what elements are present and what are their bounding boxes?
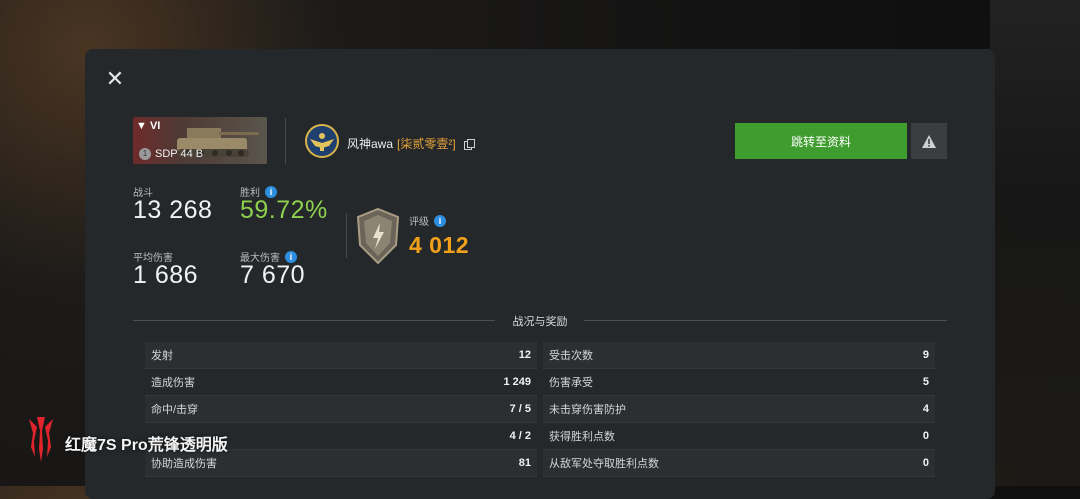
battles-value: 13 268 <box>133 196 213 224</box>
stat-row-value: 5 <box>922 376 929 388</box>
brand-logo-icon <box>29 417 53 462</box>
tank-tier-label: VI <box>149 120 161 132</box>
stat-row-value: 12 <box>518 349 531 361</box>
divider <box>285 118 286 164</box>
goto-profile-button[interactable]: 跳转至资料 <box>735 123 907 159</box>
stat-row-label: 发射 <box>151 350 173 362</box>
stat-row-value: 1 249 <box>503 376 531 388</box>
stat-row-value: 0 <box>922 457 929 469</box>
info-icon[interactable]: i <box>434 214 446 227</box>
stat-row: 伤害承受 5 <box>543 369 935 396</box>
player-name: 风神awa <box>347 137 394 151</box>
stat-row-value: 7 / 5 <box>509 403 531 415</box>
winrate-value: 59.72% <box>240 196 328 224</box>
section-title: 战况与奖励 <box>512 316 568 328</box>
stat-row-label: 伤害承受 <box>549 377 593 389</box>
stat-row-label: 协助造成伤害 <box>151 458 217 470</box>
stat-row-label: 从敌军处夺取胜利点数 <box>549 458 659 470</box>
stat-row-value: 0 <box>922 430 929 442</box>
report-button[interactable] <box>911 123 947 159</box>
tank-card[interactable]: ▼ VI 1 SDP 44 B <box>133 117 267 164</box>
clan-tag[interactable]: [柒贰零壹²] <box>397 135 456 152</box>
max-damage-value: 7 670 <box>240 261 306 289</box>
tank-name: SDP 44 B <box>155 148 204 160</box>
divider <box>584 320 947 321</box>
warning-icon <box>922 134 936 148</box>
stat-row-value: 4 / 2 <box>509 430 531 442</box>
rating-label: 评级 i <box>409 213 446 228</box>
mastery-badge-icon: 1 <box>139 148 151 160</box>
player-info: 风神awa [柒贰零壹²] <box>347 135 475 152</box>
stat-row-value: 9 <box>922 349 929 361</box>
avg-damage-value: 1 686 <box>133 261 199 289</box>
stat-row-label: 命中/击穿 <box>151 404 199 416</box>
background-blur <box>990 0 1080 486</box>
stat-row: 从敌军处夺取胜利点数 0 <box>543 450 935 477</box>
stat-row-label: 未击穿伤害防护 <box>549 404 626 416</box>
stat-row: 发射 12 <box>145 342 537 369</box>
rating-badge-icon <box>356 207 400 265</box>
rating-label-text: 评级 <box>409 217 429 228</box>
tank-name-row: 1 SDP 44 B <box>139 148 203 160</box>
stat-row-label: 造成伤害 <box>151 377 195 389</box>
stat-row: 命中/击穿 7 / 5 <box>145 396 537 423</box>
stat-row-label: 受击次数 <box>549 350 593 362</box>
stat-row-value: 81 <box>518 457 531 469</box>
stat-row-label: 获得胜利点数 <box>549 431 615 443</box>
stat-row: 获得胜利点数 0 <box>543 423 935 450</box>
stat-row: 受击次数 9 <box>543 342 935 369</box>
rating-value: 4 012 <box>409 232 470 258</box>
copy-icon[interactable] <box>463 138 475 150</box>
divider <box>346 213 347 258</box>
clan-emblem-icon[interactable] <box>305 124 339 158</box>
stat-row: 造成伤害 1 249 <box>145 369 537 396</box>
tank-tier: ▼ VI <box>136 120 161 132</box>
stat-row: 未击穿伤害防护 4 <box>543 396 935 423</box>
watermark-text: 红魔7S Pro荒锋透明版 <box>65 437 228 454</box>
stat-row-value: 4 <box>922 403 929 415</box>
divider <box>133 320 495 321</box>
close-icon[interactable]: ✕ <box>104 68 126 90</box>
